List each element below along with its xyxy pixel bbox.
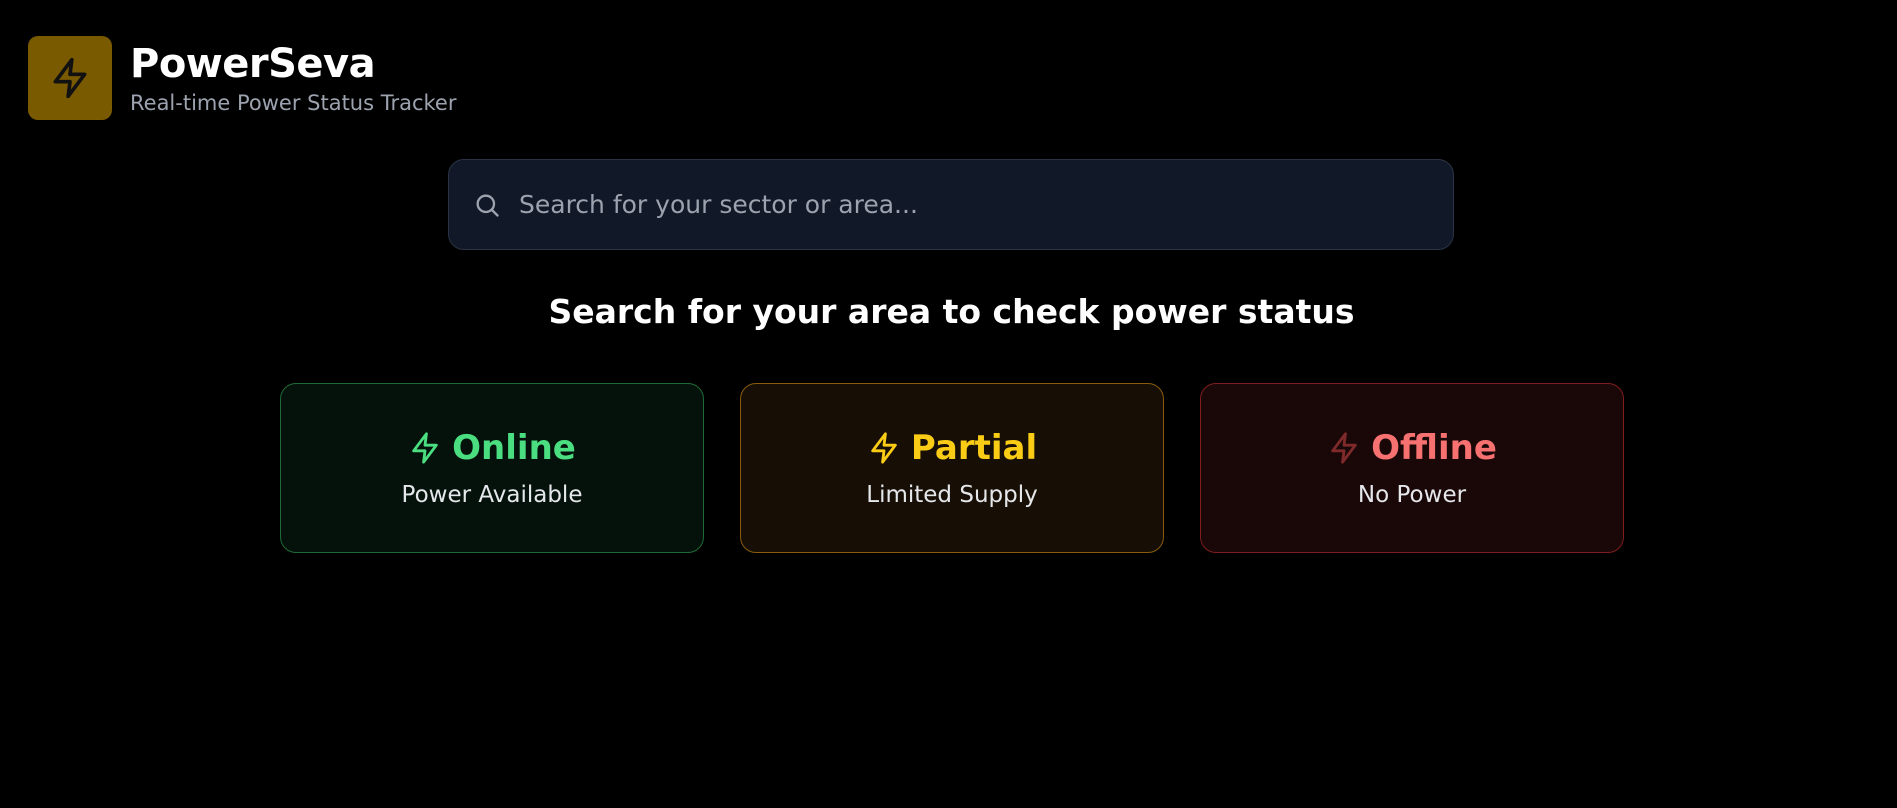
search-bar[interactable] [448, 159, 1454, 250]
status-legend: Online Power Available Partial Limited S… [280, 383, 1624, 553]
search-prompt-heading: Search for your area to check power stat… [548, 292, 1355, 331]
status-label-online: Online [452, 428, 576, 468]
status-description-partial: Limited Supply [866, 482, 1038, 508]
status-label-offline: Offline [1371, 428, 1497, 468]
status-description-online: Power Available [401, 482, 583, 508]
lightning-bolt-icon [871, 432, 897, 464]
search-icon [476, 194, 499, 217]
search-input[interactable] [517, 189, 1453, 220]
status-card-online: Online Power Available [280, 383, 704, 553]
app-subtitle: Real-time Power Status Tracker [130, 91, 457, 115]
lightning-bolt-icon [412, 432, 438, 464]
status-description-offline: No Power [1357, 482, 1467, 508]
status-label-partial: Partial [910, 428, 1038, 468]
brand: PowerSeva Real-time Power Status Tracker [130, 41, 456, 115]
lightning-bolt-off-icon [1331, 432, 1357, 464]
app-title: PowerSeva [130, 41, 376, 87]
app-header: PowerSeva Real-time Power Status Tracker [28, 36, 456, 120]
lightning-bolt-icon [53, 57, 87, 99]
status-card-partial: Partial Limited Supply [740, 383, 1164, 553]
app-logo [28, 36, 112, 120]
status-card-offline: Offline No Power [1200, 383, 1624, 553]
